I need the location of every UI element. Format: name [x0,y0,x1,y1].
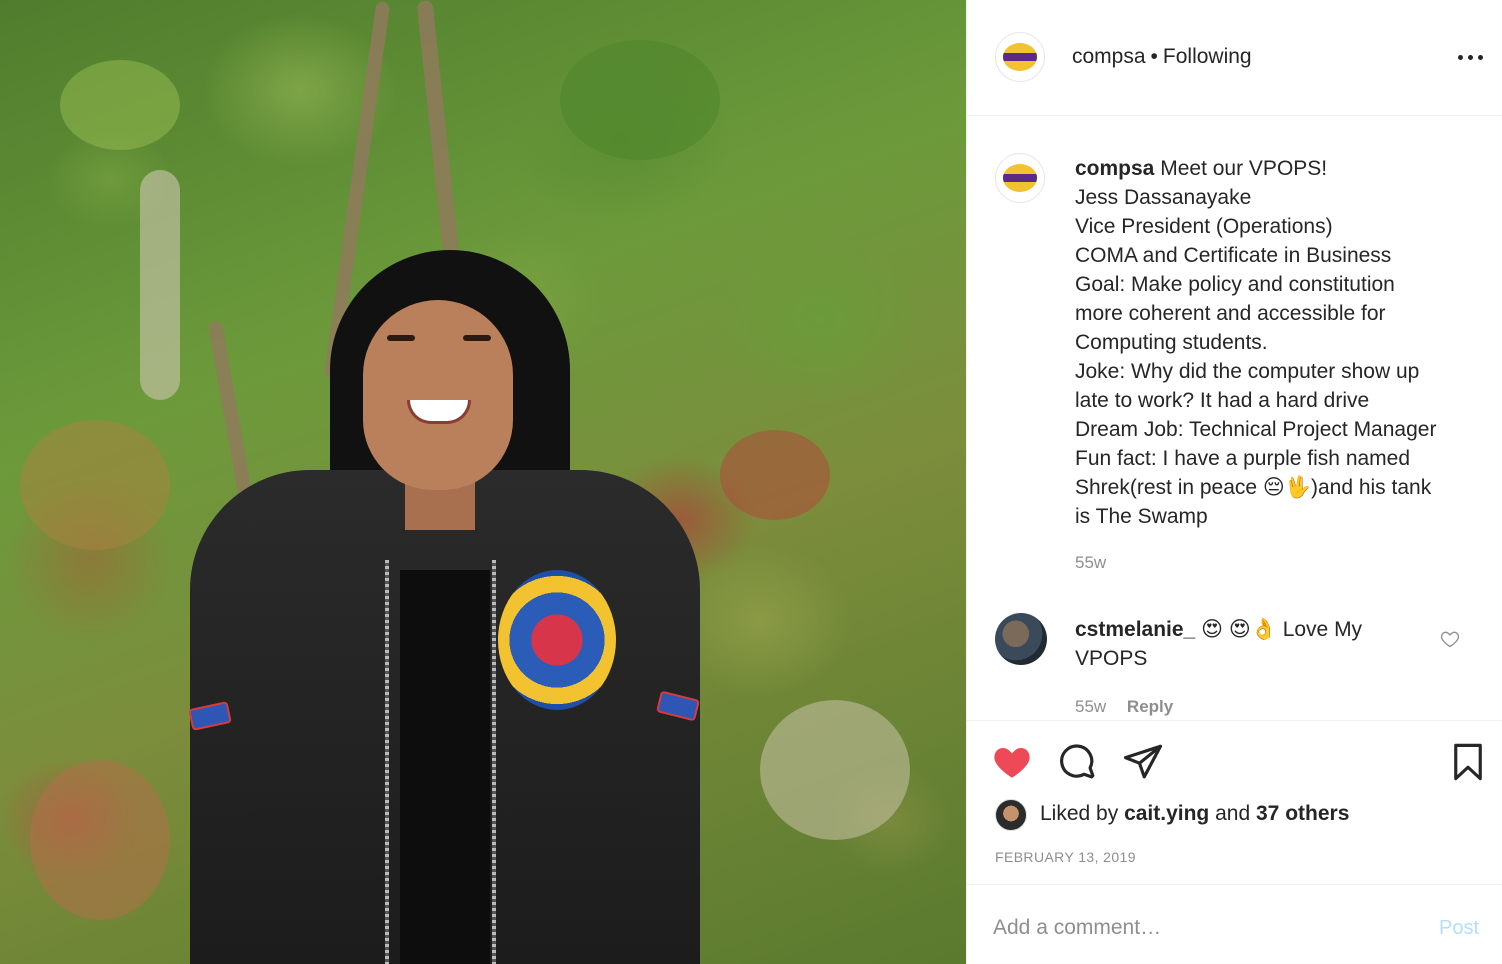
caption-line: Fun fact: I have a purple fish named [1075,447,1411,470]
caption-timestamp[interactable]: 55w [1075,553,1106,573]
leaf-cluster [30,760,170,920]
comment-username[interactable]: cstmelanie_ [1075,618,1195,641]
person-figure [180,240,710,964]
vine-branch [140,170,180,400]
post-header: compsa • Following [967,0,1502,116]
leaf-cluster [760,700,910,840]
header-username[interactable]: compsa [1072,45,1146,68]
profile-avatar[interactable] [995,32,1045,82]
caption-line: late to work? It had a hard drive [1075,389,1370,412]
more-options-icon[interactable] [1456,44,1486,70]
caption-line: Shrek(rest in peace 😔🖖)and his tank [1075,476,1432,499]
comment-meta: 55w Reply [1075,697,1173,717]
comment-input[interactable] [993,913,1393,943]
separator-dot: • [1150,45,1158,68]
caption-line: Joke: Why did the computer show up [1075,360,1420,383]
post-comment-button[interactable]: Post [1439,917,1479,940]
caption-line: Jess Dassanayake [1075,186,1252,209]
commenter-avatar[interactable] [995,613,1047,665]
save-bookmark-icon[interactable] [1447,741,1489,783]
eye [387,335,415,341]
action-bar: Liked by cait.ying and 37 others FEBRUAR… [967,720,1502,884]
comment-timestamp[interactable]: 55w [1075,697,1106,716]
post-date[interactable]: FEBRUARY 13, 2019 [995,849,1136,865]
header-user-line: compsa • Following [1072,45,1252,69]
caption-line: more coherent and accessible for [1075,302,1386,325]
caption-avatar[interactable] [995,153,1045,203]
post-photo[interactable] [0,0,966,964]
add-comment-bar: Post [967,884,1502,964]
reply-button[interactable]: Reply [1127,697,1173,716]
caption-line: COMA and Certificate in Business [1075,244,1392,267]
comments-area[interactable]: compsa Meet our VPOPS! Jess Dassanayake … [967,116,1502,720]
black-shirt [400,570,490,964]
likes-and: and [1215,802,1251,825]
liker-avatar[interactable] [995,799,1027,831]
leaf-cluster [20,420,170,550]
likes-text: Liked by cait.ying and 37 others [1040,802,1349,826]
liker-username[interactable]: cait.ying [1124,802,1209,825]
caption-line: Meet our VPOPS! [1160,157,1328,180]
likes-prefix: Liked by [1040,802,1119,825]
eye [463,335,491,341]
caption-line: Dream Job: Technical Project Manager [1075,418,1437,441]
zipper [492,560,496,964]
compsa-logo-icon [1003,164,1037,192]
leaf-cluster [560,40,720,160]
following-button[interactable]: Following [1163,45,1252,68]
comment-like-heart-icon[interactable] [1440,629,1460,649]
caption-line: Goal: Make policy and constitution [1075,273,1395,296]
zipper [385,560,389,964]
queens-computing-patch [498,570,616,710]
compsa-logo-icon [1003,43,1037,71]
comment-text: cstmelanie_ 😍 😍👌 Love My VPOPS [1075,615,1415,673]
face [363,300,513,490]
leaf-cluster [60,60,180,150]
comment-bubble-icon[interactable] [1057,741,1099,783]
caption-username[interactable]: compsa [1075,157,1154,180]
caption-line: Vice President (Operations) [1075,215,1333,238]
share-direct-icon[interactable] [1122,741,1164,783]
vine-branch [416,0,460,261]
post-side-panel: compsa • Following compsa Meet our VPOPS! … [966,0,1502,964]
caption-line: Computing students. [1075,331,1268,354]
likes-others-link[interactable]: 37 others [1256,802,1349,825]
leaf-cluster [720,430,830,520]
caption-line: is The Swamp [1075,505,1208,528]
like-heart-icon[interactable] [991,741,1033,783]
caption-text: compsa Meet our VPOPS! Jess Dassanayake … [1075,154,1485,531]
